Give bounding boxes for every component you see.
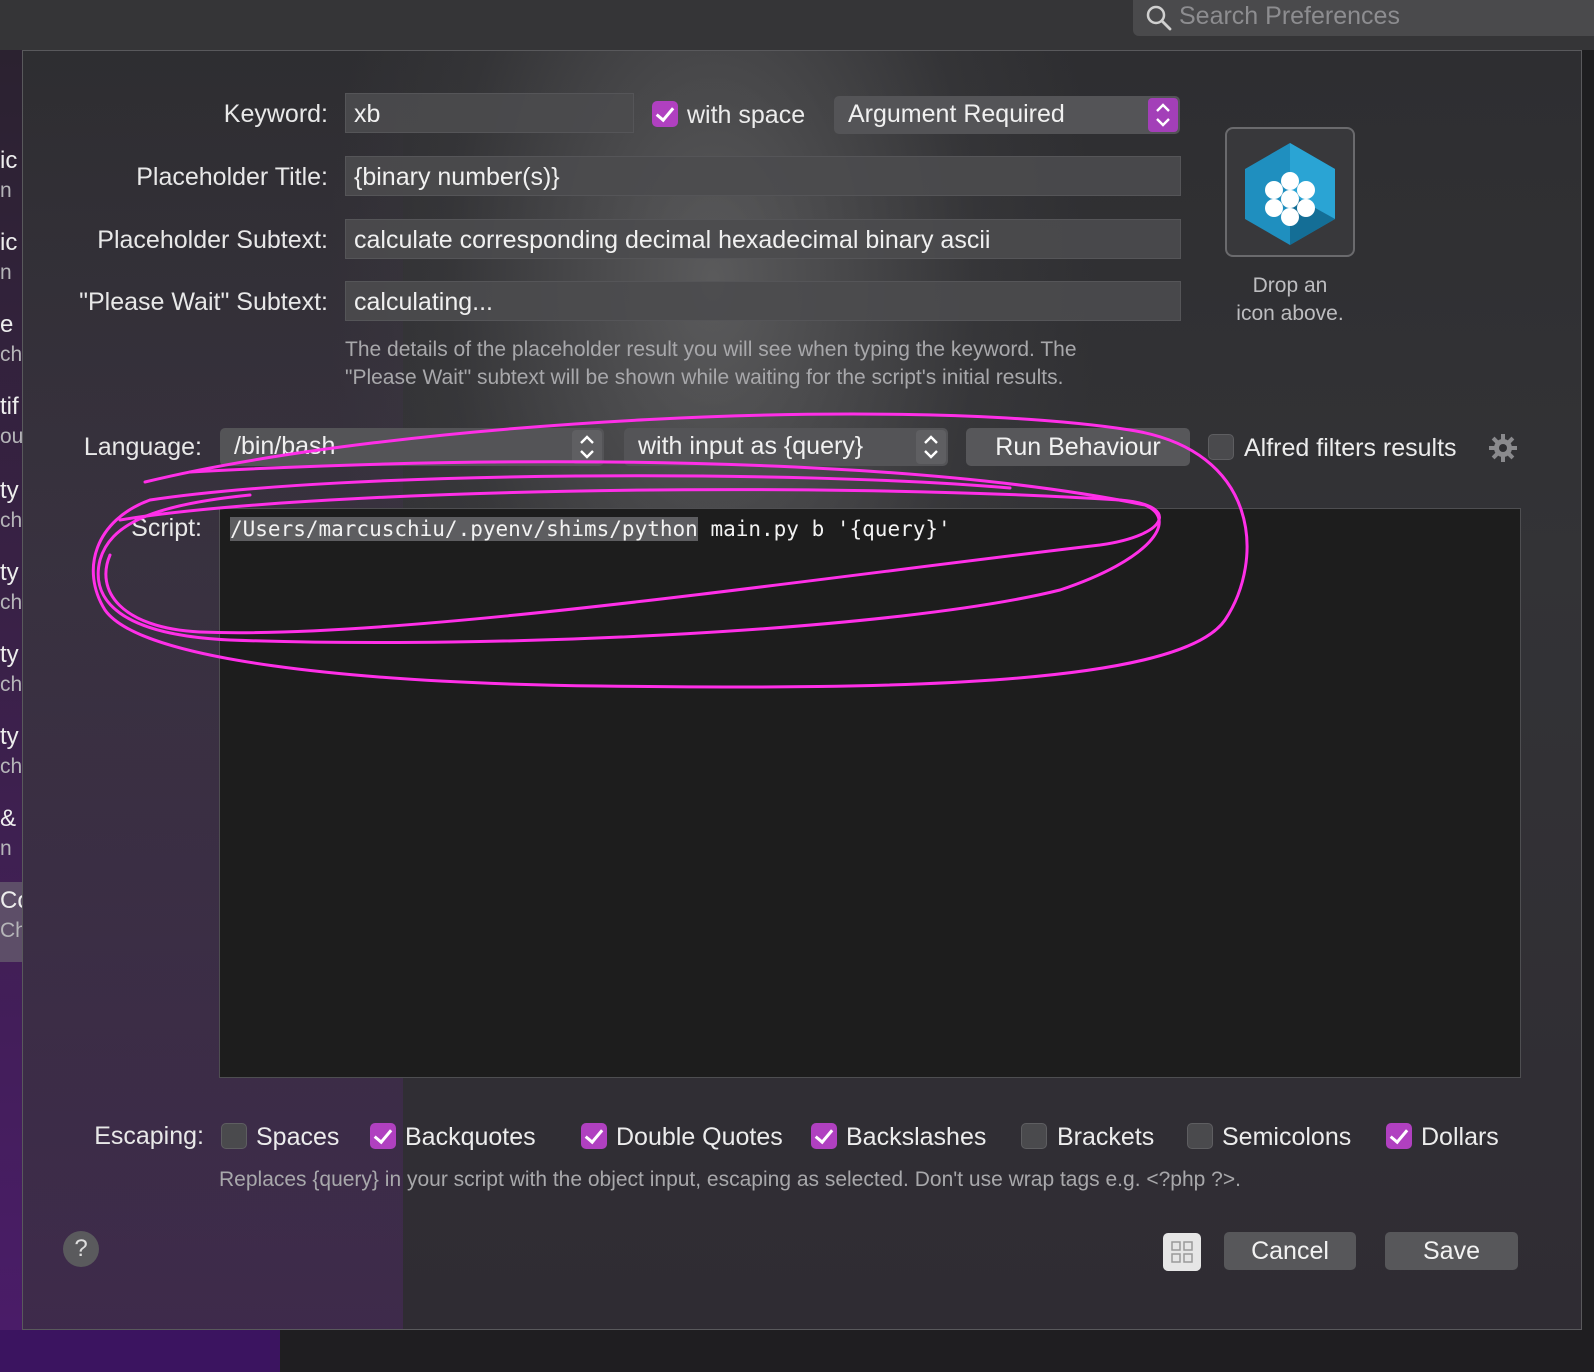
sidebar-item[interactable]: ty ch <box>0 558 22 626</box>
sidebar-item[interactable]: ty ch <box>0 476 22 544</box>
placeholder-help-line-1: The details of the placeholder result yo… <box>345 338 1077 361</box>
sidebar-item[interactable]: & n <box>0 804 22 872</box>
placeholder-title-label: Placeholder Title: <box>136 163 328 191</box>
escape-brackets-checkbox[interactable] <box>1021 1123 1047 1149</box>
escaping-help-text: Replaces {query} in your script with the… <box>219 1168 1241 1191</box>
escaping-label: Escaping: <box>94 1122 204 1150</box>
escape-backslashes-label: Backslashes <box>846 1123 987 1151</box>
escape-semicolons-checkbox[interactable] <box>1187 1123 1213 1149</box>
sidebar-item-subtitle: ch <box>0 755 22 778</box>
escape-dollars-label: Dollars <box>1421 1123 1499 1151</box>
alfred-filters-checkbox[interactable] <box>1208 434 1234 460</box>
sidebar-item[interactable]: ty ch <box>0 640 22 708</box>
sidebar-item-title: Co <box>0 887 22 914</box>
keyword-label: Keyword: <box>223 100 328 128</box>
argument-mode-value: Argument Required <box>848 100 1065 128</box>
grid-view-button[interactable] <box>1163 1233 1201 1271</box>
sidebar-item-subtitle: ou <box>0 425 22 448</box>
drop-icon-hint-line-1: Drop an <box>1252 274 1328 297</box>
escape-spaces-label: Spaces <box>256 1123 340 1151</box>
hexagon-honeycomb-icon <box>1245 143 1335 245</box>
sidebar-item-subtitle: Ch <box>0 919 22 942</box>
please-wait-label: "Please Wait" Subtext: <box>79 288 328 316</box>
escape-backquotes-label: Backquotes <box>405 1123 536 1151</box>
sidebar-item[interactable]: e chi <box>0 310 22 378</box>
sidebar-item-title: & <box>0 805 17 832</box>
sidebar-item-subtitle: ch <box>0 591 22 614</box>
sidebar-item-title: e <box>0 311 14 338</box>
argument-mode-popup[interactable]: Argument Required <box>834 96 1180 134</box>
sidebar-item-selected[interactable]: Co Ch <box>0 882 22 962</box>
cancel-button[interactable]: Cancel <box>1224 1232 1356 1270</box>
icon-drop-well[interactable] <box>1225 127 1355 257</box>
script-label: Script: <box>131 514 202 542</box>
gear-icon[interactable] <box>1488 433 1518 463</box>
input-mode-value: with input as {query} <box>638 432 864 460</box>
placeholder-subtext-input[interactable]: calculate corresponding decimal hexadeci… <box>345 219 1181 259</box>
popup-chevron-icon <box>572 430 602 464</box>
drop-icon-hint-line-2: icon above. <box>1236 302 1344 325</box>
escape-backquotes-checkbox[interactable] <box>370 1123 396 1149</box>
sidebar-item-subtitle: ch <box>0 509 22 532</box>
script-code-selection: /Users/marcuschiu/.pyenv/shims/python <box>230 517 698 541</box>
drop-icon-hint: Drop an icon above. <box>1205 272 1375 328</box>
sidebar-item-title: ty <box>0 641 19 668</box>
sidebar-item-subtitle: n <box>0 837 12 860</box>
sidebar-item-title: ty <box>0 477 19 504</box>
language-popup[interactable]: /bin/bash <box>220 428 604 466</box>
escape-dollars-checkbox[interactable] <box>1386 1123 1412 1149</box>
sidebar-item-subtitle: n <box>0 179 12 202</box>
sidebar-item[interactable]: ic n <box>0 146 22 214</box>
popup-chevron-icon <box>1148 98 1178 132</box>
alfred-filters-label: Alfred filters results <box>1244 434 1457 462</box>
placeholder-title-input[interactable]: {binary number(s)} <box>345 156 1181 196</box>
placeholder-help-line-2: "Please Wait" subtext will be shown whil… <box>345 366 1064 389</box>
please-wait-input[interactable]: calculating... <box>345 281 1181 321</box>
sidebar-item-title: ic <box>0 147 18 174</box>
escape-semicolons-label: Semicolons <box>1222 1123 1352 1151</box>
sidebar-item-subtitle: ch <box>0 673 22 696</box>
script-code-rest: main.py b '{query}' <box>697 517 951 541</box>
run-behaviour-button[interactable]: Run Behaviour <box>966 428 1190 466</box>
keyword-input[interactable]: xb <box>345 93 634 133</box>
input-mode-popup[interactable]: with input as {query} <box>624 428 948 466</box>
search-icon <box>1146 5 1172 31</box>
window-bottom-edge <box>0 1330 1594 1372</box>
sidebar-item-title: ic <box>0 229 18 256</box>
help-button[interactable]: ? <box>63 1231 99 1267</box>
sidebar-item-subtitle: chi <box>0 343 22 366</box>
script-editor[interactable]: /Users/marcuschiu/.pyenv/shims/python ma… <box>219 508 1521 1078</box>
popup-chevron-icon <box>916 430 946 464</box>
sidebar-item[interactable]: ic n <box>0 228 22 296</box>
grid-icon <box>1171 1241 1193 1263</box>
search-preferences-field[interactable]: Search Preferences <box>1133 0 1594 36</box>
sidebar-item-subtitle: n <box>0 261 12 284</box>
sidebar-item-title: ty <box>0 559 19 586</box>
sidebar-item-title: ty <box>0 723 19 750</box>
sidebar-item[interactable]: tif ou <box>0 392 22 460</box>
sidebar-item[interactable]: ty ch <box>0 722 22 790</box>
with-space-label: with space <box>687 101 806 129</box>
sidebar-list: ic n ic n e chi tif ou ty ch ty ch ty ch ty ch &… <box>0 138 22 978</box>
escape-double-quotes-label: Double Quotes <box>616 1123 783 1151</box>
placeholder-subtext-label: Placeholder Subtext: <box>97 226 328 254</box>
language-value: /bin/bash <box>234 432 336 460</box>
escape-brackets-label: Brackets <box>1057 1123 1155 1151</box>
sidebar-item-title: tif <box>0 393 19 420</box>
preferences-toolbar: Search Preferences <box>0 0 1594 50</box>
escape-spaces-checkbox[interactable] <box>221 1123 247 1149</box>
escape-double-quotes-checkbox[interactable] <box>581 1123 607 1149</box>
script-code: /Users/marcuschiu/.pyenv/shims/python ma… <box>230 517 951 541</box>
with-space-checkbox[interactable] <box>652 101 678 127</box>
language-label: Language: <box>83 433 202 461</box>
search-placeholder: Search Preferences <box>1179 2 1400 30</box>
escape-backslashes-checkbox[interactable] <box>811 1123 837 1149</box>
save-button[interactable]: Save <box>1385 1232 1518 1270</box>
